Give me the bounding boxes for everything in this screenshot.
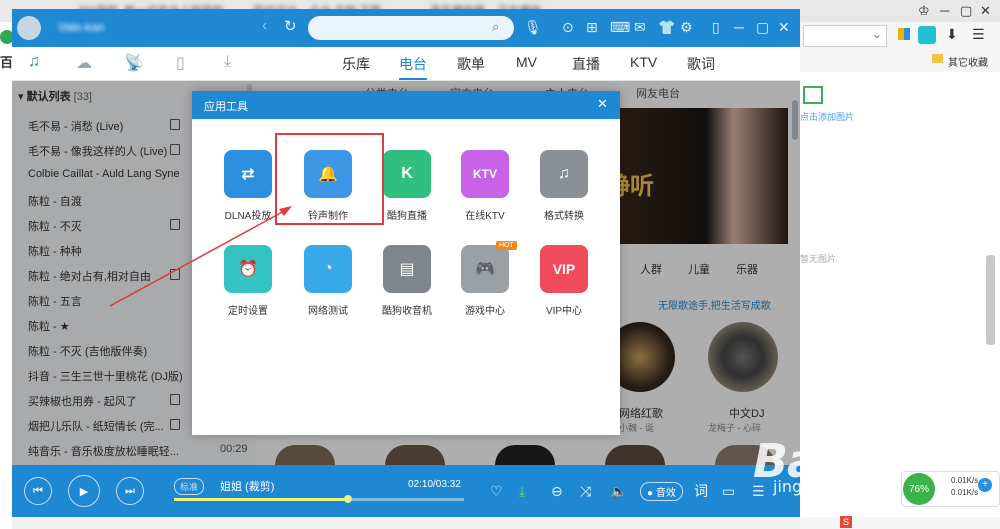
download-icon[interactable]: ⤓ — [519, 483, 525, 500]
comment-icon[interactable]: ▭ — [722, 483, 735, 500]
previous-icon[interactable]: ⏮ — [24, 477, 52, 505]
effect-button[interactable]: ● 音效 — [640, 482, 683, 501]
lyrics-button[interactable]: 词 — [694, 481, 708, 501]
play-icon[interactable]: ▶ — [68, 475, 100, 507]
quality-badge[interactable]: 标准 — [174, 478, 205, 495]
volume-icon[interactable]: 🔈 — [610, 483, 627, 500]
progress-fill — [174, 498, 348, 501]
plus-icon[interactable]: + — [978, 478, 992, 492]
progress-knob[interactable] — [344, 495, 352, 503]
network-percent[interactable]: 76% — [903, 473, 935, 505]
watermark-url: jingyan.baidu.com — [773, 477, 921, 496]
next-icon[interactable]: ⏭ — [116, 477, 144, 505]
track-time: 02:10/03:32 — [408, 479, 461, 490]
shuffle-icon[interactable]: ⤨ — [580, 483, 591, 500]
ime-icon[interactable]: S — [840, 516, 852, 528]
ime-toolbar — [800, 517, 1000, 529]
download-speed: 0.01K/s — [951, 488, 979, 497]
heart-icon[interactable]: ♡ — [490, 483, 503, 500]
more-icon[interactable]: ⊖ — [551, 483, 563, 500]
upload-speed: 0.01K/s — [951, 476, 979, 485]
track-title: 姐姐 (裁剪) — [220, 481, 275, 493]
